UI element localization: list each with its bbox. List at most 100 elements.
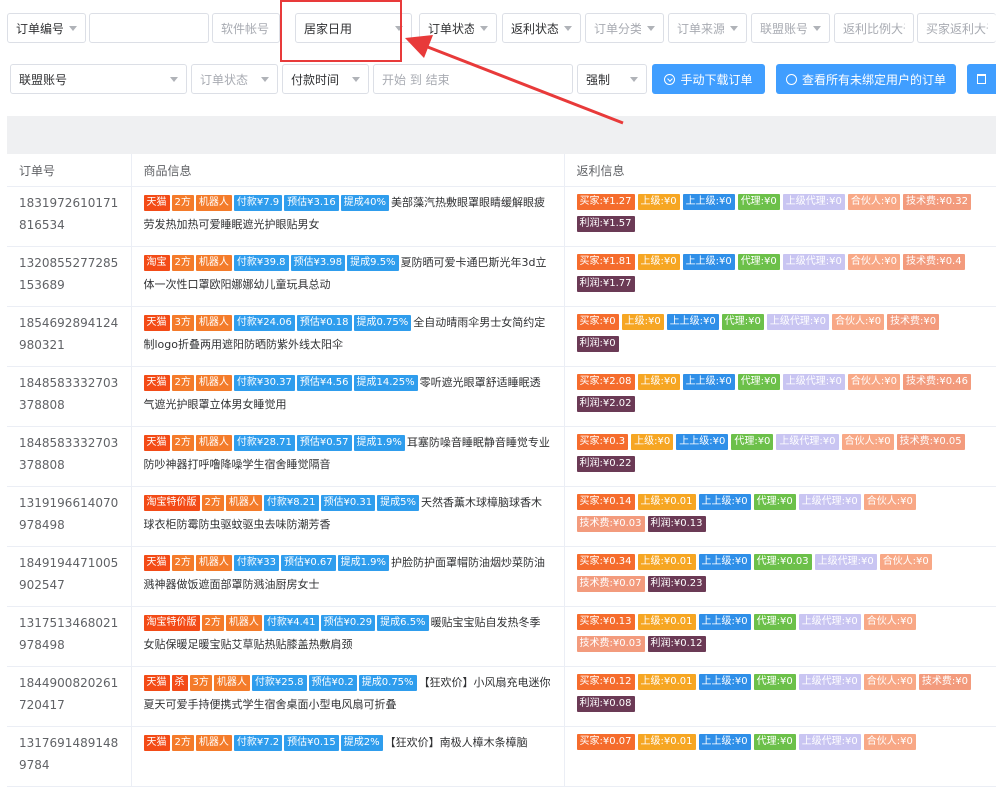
chevron-down-icon xyxy=(480,25,488,31)
goods-info-cell: 天猫 2方 机器人 付款¥7.9 预估¥3.16 提成40% 美部藻汽热敷眼罩眼睛缓解眼疲劳… xyxy=(131,186,565,247)
rebate-tag: 合伙人:¥0 xyxy=(863,494,916,510)
rebate-tag: 上级代理:¥0 xyxy=(782,254,845,270)
goods-tag: 淘宝 xyxy=(143,255,170,271)
rebate-tag: 技术费:¥0 xyxy=(887,314,940,330)
goods-tag: 预估¥4.56 xyxy=(296,375,352,391)
rebate-tag: 上上级:¥0 xyxy=(698,554,751,570)
view-unbound-button[interactable]: 查看所有未绑定用户的订单 xyxy=(776,64,956,94)
goods-tag: 付款¥7.2 xyxy=(233,735,283,751)
chevron-down-icon xyxy=(813,25,821,31)
order-id-cell: 1849194471005902547 xyxy=(7,546,132,607)
force-select[interactable]: 强制 xyxy=(577,64,647,94)
date-range-picker[interactable]: 开始 到 结束 xyxy=(373,64,573,94)
software-account-placeholder: 软件帐号 xyxy=(221,21,270,36)
rebate-tag: 利润:¥0 xyxy=(576,336,619,352)
rebate-ratio-placeholder: 返利比例大于 xyxy=(843,21,905,36)
goods-tag: 机器人 xyxy=(225,495,262,511)
table-row: 13176914891489784 天猫 2方 机器人 付款¥7.2 预估¥0.15 提成2… xyxy=(7,726,996,787)
goods-info-cell: 淘宝 2方 机器人 付款¥39.8 预估¥3.98 提成9.5% 夏防晒可爱卡通巴斯光年3d… xyxy=(131,246,565,307)
rebate-info-cell: 买家:¥0 上级:¥0 上上级:¥0 代理:¥0 上级代理:¥0 合伙人:¥0 技术费:¥0… xyxy=(564,306,996,367)
table-row: 1854692894124980321 天猫 3方 机器人 付款¥24.06 预估¥0.1… xyxy=(7,306,996,367)
order-id-cell: 1319196614070978498 xyxy=(7,486,132,547)
order-source-label: 订单来源 xyxy=(677,21,724,36)
rebate-info-cell: 买家:¥0.14 上级:¥0.01 上上级:¥0 代理:¥0 上级代理:¥0 合伙人:¥0… xyxy=(564,486,996,547)
order-category-select[interactable]: 订单分类 xyxy=(585,13,664,43)
goods-tag: 预估¥0.15 xyxy=(284,735,339,751)
goods-tag: 提成0.75% xyxy=(358,675,417,691)
rebate-tag: 技术费:¥0.07 xyxy=(576,576,645,592)
rebate-tag: 利润:¥1.57 xyxy=(576,216,635,232)
chevron-down-icon xyxy=(647,25,655,31)
rebate-info-cell: 买家:¥0.34 上级:¥0.01 上上级:¥0 代理:¥0.03 上级代理:¥0 合伙人… xyxy=(564,546,996,607)
link-icon xyxy=(785,73,797,85)
rebate-ratio-input[interactable]: 返利比例大于 xyxy=(834,13,914,43)
rebate-tag: 上上级:¥0 xyxy=(698,734,751,750)
alliance-select-label: 联盟账号 xyxy=(19,72,68,87)
software-account-input[interactable]: 软件帐号 xyxy=(212,13,280,43)
order-number-input[interactable] xyxy=(89,13,209,43)
table-header-row: 订单号 商品信息 返利信息 xyxy=(7,154,996,187)
goods-tag: 3方 xyxy=(171,315,194,331)
goods-info-cell: 天猫 2方 机器人 付款¥33 预估¥0.67 提成1.9% 护脸防护面罩帽防油烟炒菜防油溅… xyxy=(131,546,565,607)
goods-tag: 2方 xyxy=(171,375,194,391)
rebate-tag: 利润:¥0.12 xyxy=(647,636,706,652)
goods-tag: 天猫 xyxy=(143,315,170,331)
rebate-tag: 上级:¥0.01 xyxy=(637,554,696,570)
goods-tag: 2方 xyxy=(171,435,194,451)
rebate-info-cell: 买家:¥2.08 上级:¥0 上上级:¥0 代理:¥0 上级代理:¥0 合伙人:¥0 技术费… xyxy=(564,366,996,427)
order-status-select[interactable]: 订单状态 xyxy=(419,13,497,43)
rebate-tag: 利润:¥0.13 xyxy=(647,516,706,532)
goods-tag: 天猫 xyxy=(143,375,170,391)
alliance-select[interactable]: 联盟账号 xyxy=(10,64,187,94)
rebate-tag: 合伙人:¥0 xyxy=(863,734,916,750)
rebate-status-label: 返利状态 xyxy=(511,21,558,36)
rebate-tag: 买家:¥1.81 xyxy=(576,254,635,270)
rebate-tag: 买家:¥0.3 xyxy=(576,434,629,450)
rebate-info-cell: 买家:¥0.12 上级:¥0.01 上上级:¥0 代理:¥0 上级代理:¥0 合伙人:¥0… xyxy=(564,666,996,727)
chevron-down-icon xyxy=(564,25,572,31)
manual-download-button[interactable]: 手动下载订单 xyxy=(652,64,765,94)
rebate-tag: 代理:¥0.03 xyxy=(753,554,812,570)
rebate-tag: 代理:¥0 xyxy=(731,434,774,450)
order-number-select[interactable]: 订单编号 xyxy=(7,13,86,43)
rebate-tag: 买家:¥0 xyxy=(576,314,619,330)
buyer-rebate-input[interactable]: 买家返利大于 xyxy=(917,13,996,43)
table-row: 1848583332703378808 天猫 2方 机器人 付款¥28.71 预估¥0.5… xyxy=(7,426,996,487)
order-status-label-2: 订单状态 xyxy=(200,72,249,87)
rebate-tag: 代理:¥0 xyxy=(737,254,780,270)
goods-tag: 2方 xyxy=(171,555,194,571)
rebate-tag: 上级:¥0 xyxy=(637,194,680,210)
goods-tag: 天猫 xyxy=(143,735,170,751)
goods-title[interactable]: 【狂欢价】南极人樟木条樟脑 xyxy=(385,736,528,749)
manual-download-label: 手动下载订单 xyxy=(680,72,753,87)
rebate-tag: 上级:¥0.01 xyxy=(637,734,696,750)
chevron-down-icon xyxy=(630,76,638,82)
rebate-tag: 代理:¥0 xyxy=(737,374,780,390)
goods-tag: 淘宝特价版 xyxy=(143,495,200,511)
rebate-status-select[interactable]: 返利状态 xyxy=(502,13,581,43)
goods-tag: 付款¥4.41 xyxy=(263,615,319,631)
order-source-select[interactable]: 订单来源 xyxy=(668,13,747,43)
rebate-info-cell: 买家:¥0.13 上级:¥0.01 上上级:¥0 代理:¥0 上级代理:¥0 合伙人:¥0… xyxy=(564,606,996,667)
goods-tag: 预估¥0.67 xyxy=(280,555,336,571)
goods-tag: 预估¥0.18 xyxy=(296,315,352,331)
rebate-tag: 利润:¥2.02 xyxy=(576,396,635,412)
goods-tag: 付款¥28.71 xyxy=(233,435,295,451)
alliance-account-select[interactable]: 联盟账号 xyxy=(751,13,830,43)
pay-time-select[interactable]: 付款时间 xyxy=(282,64,369,94)
rebate-tag: 买家:¥0.14 xyxy=(576,494,635,510)
table-row: 1849194471005902547 天猫 2方 机器人 付款¥33 预估¥0.67 提成… xyxy=(7,546,996,607)
delete-button[interactable] xyxy=(967,64,996,94)
rebate-tag: 代理:¥0 xyxy=(753,494,796,510)
goods-tag: 预估¥0.29 xyxy=(320,615,376,631)
goods-tag: 提成14.25% xyxy=(353,375,418,391)
pay-time-label: 付款时间 xyxy=(291,72,340,87)
goods-tag: 预估¥0.31 xyxy=(320,495,376,511)
goods-tag: 预估¥0.57 xyxy=(296,435,352,451)
goods-tag: 2方 xyxy=(171,255,194,271)
rebate-tag: 买家:¥0.07 xyxy=(576,734,635,750)
order-status-select-2[interactable]: 订单状态 xyxy=(191,64,278,94)
rebate-tag: 上级代理:¥0 xyxy=(814,554,877,570)
order-id-cell: 1848583332703378808 xyxy=(7,366,132,427)
goods-tag: 2方 xyxy=(171,195,194,211)
